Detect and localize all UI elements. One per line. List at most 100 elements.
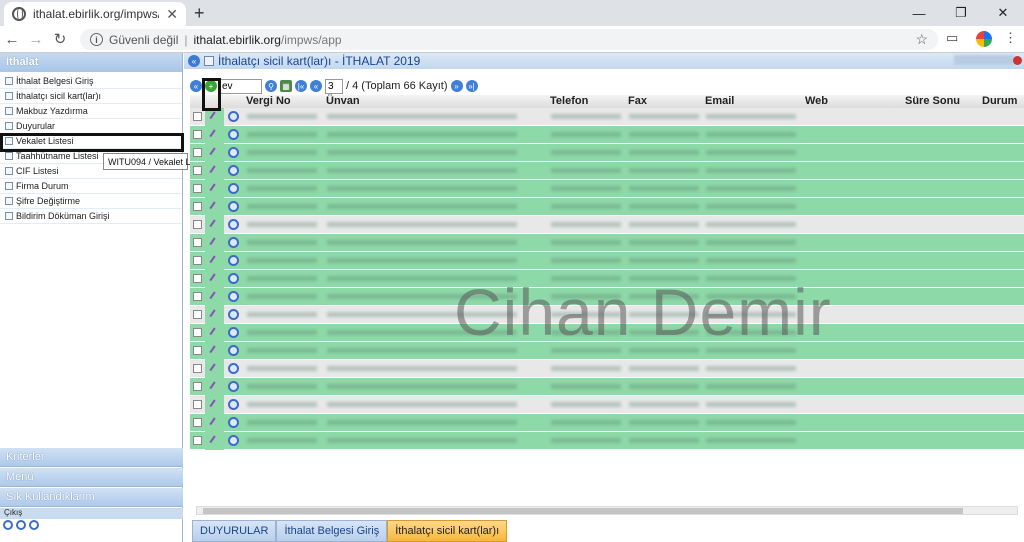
forward-icon[interactable]: → xyxy=(24,31,48,48)
view-icon[interactable] xyxy=(224,108,243,126)
table-row[interactable] xyxy=(190,161,1024,180)
view-icon[interactable] xyxy=(224,396,243,414)
edit-icon[interactable] xyxy=(205,143,224,162)
sidebar-header[interactable]: İthalat xyxy=(0,53,182,72)
edit-icon[interactable] xyxy=(205,269,224,288)
view-icon[interactable] xyxy=(224,360,243,378)
table-row[interactable] xyxy=(190,143,1024,162)
view-icon[interactable] xyxy=(224,234,243,252)
row-checkbox[interactable] xyxy=(190,256,205,265)
back-icon[interactable]: « xyxy=(190,80,202,92)
cast-icon[interactable]: ▭ xyxy=(946,30,958,46)
view-icon[interactable] xyxy=(224,288,243,306)
view-icon[interactable] xyxy=(224,432,243,450)
col-vergi-no[interactable]: Vergi No xyxy=(243,95,323,108)
close-panel-icon[interactable] xyxy=(1013,56,1022,65)
view-icon[interactable] xyxy=(224,378,243,396)
browser-tab[interactable]: ithalat.ebirlik.org/impws/app ✕ xyxy=(4,2,186,26)
edit-icon[interactable] xyxy=(205,413,224,432)
new-tab-button[interactable]: + xyxy=(194,3,205,24)
view-icon[interactable] xyxy=(224,306,243,324)
table-row[interactable] xyxy=(190,179,1024,198)
row-checkbox[interactable] xyxy=(190,130,205,139)
table-row[interactable] xyxy=(190,215,1024,234)
view-icon[interactable] xyxy=(224,216,243,234)
sidebar-item-vekalet[interactable]: Vekalet Listesi xyxy=(0,134,182,149)
row-checkbox[interactable] xyxy=(190,184,205,193)
col-durum[interactable]: Durum xyxy=(979,95,1024,108)
edit-icon[interactable] xyxy=(205,107,224,126)
table-row[interactable] xyxy=(190,251,1024,270)
back-icon[interactable]: ← xyxy=(0,31,24,48)
edit-icon[interactable] xyxy=(205,359,224,378)
row-checkbox[interactable] xyxy=(190,148,205,157)
scroll-thumb[interactable] xyxy=(203,508,963,514)
table-row[interactable] xyxy=(190,323,1024,342)
table-row[interactable] xyxy=(190,197,1024,216)
search-input[interactable] xyxy=(218,78,262,94)
row-checkbox[interactable] xyxy=(190,346,205,355)
minimize-icon[interactable]: — xyxy=(898,0,940,26)
row-checkbox[interactable] xyxy=(190,382,205,391)
profile-avatar-icon[interactable] xyxy=(976,31,992,47)
view-icon[interactable] xyxy=(224,162,243,180)
edit-icon[interactable] xyxy=(205,215,224,234)
row-checkbox[interactable] xyxy=(190,400,205,409)
horizontal-scrollbar[interactable] xyxy=(196,506,1018,515)
edit-icon[interactable] xyxy=(205,179,224,198)
view-icon[interactable] xyxy=(224,144,243,162)
prev-page-icon[interactable]: « xyxy=(310,80,322,92)
sidebar-item-firma-durum[interactable]: Firma Durum xyxy=(0,179,182,194)
table-row[interactable] xyxy=(190,125,1024,144)
view-icon[interactable] xyxy=(224,180,243,198)
edit-icon[interactable] xyxy=(205,377,224,396)
table-row[interactable] xyxy=(190,377,1024,396)
sidebar-item-sicil-kart[interactable]: İthalatçı sicil kart(lar)ı xyxy=(0,89,182,104)
section-menu[interactable]: Menü xyxy=(0,468,183,487)
edit-icon[interactable] xyxy=(205,125,224,144)
col-email[interactable]: Email xyxy=(702,95,802,108)
info-icon[interactable]: i xyxy=(90,33,103,46)
table-row[interactable] xyxy=(190,431,1024,450)
sidebar-item-bildirim[interactable]: Bildirim Döküman Girişi xyxy=(0,209,182,224)
row-checkbox[interactable] xyxy=(190,436,205,445)
bookmark-star-icon[interactable]: ☆ xyxy=(915,31,928,48)
table-row[interactable] xyxy=(190,269,1024,288)
table-row[interactable] xyxy=(190,107,1024,126)
view-icon[interactable] xyxy=(224,324,243,342)
tab-sicil-kart[interactable]: İthalatçı sicil kart(lar)ı xyxy=(387,520,508,542)
table-row[interactable] xyxy=(190,287,1024,306)
table-row[interactable] xyxy=(190,341,1024,360)
next-page-icon[interactable]: » xyxy=(450,80,463,92)
table-row[interactable] xyxy=(190,413,1024,432)
edit-icon[interactable] xyxy=(205,287,224,306)
col-sure-sonu[interactable]: Süre Sonu xyxy=(902,95,979,108)
row-checkbox[interactable] xyxy=(190,364,205,373)
row-checkbox[interactable] xyxy=(190,112,205,121)
table-row[interactable] xyxy=(190,305,1024,324)
export-excel-icon[interactable]: ▦ xyxy=(280,80,292,92)
menu-dots-icon[interactable]: ⋮ xyxy=(1004,30,1017,46)
refresh-icon[interactable] xyxy=(3,520,13,530)
col-unvan[interactable]: Ünvan xyxy=(323,95,547,108)
sidebar-item-makbuz[interactable]: Makbuz Yazdırma xyxy=(0,104,182,119)
edit-icon[interactable] xyxy=(205,251,224,270)
tab-ithalat-belgesi[interactable]: İthalat Belgesi Giriş xyxy=(276,520,388,542)
tools-icon[interactable] xyxy=(16,520,26,530)
page-number-input[interactable] xyxy=(325,78,343,94)
add-record-icon[interactable]: + xyxy=(205,80,217,92)
sidebar-item-duyurular[interactable]: Duyurular xyxy=(0,119,182,134)
col-web[interactable]: Web xyxy=(802,95,902,108)
row-checkbox[interactable] xyxy=(190,328,205,337)
search-icon[interactable]: ⚲ xyxy=(265,80,277,92)
last-page-icon[interactable]: »| xyxy=(465,80,478,92)
col-telefon[interactable]: Telefon xyxy=(547,95,625,108)
close-tab-icon[interactable]: ✕ xyxy=(166,6,178,23)
globe-icon[interactable] xyxy=(29,520,39,530)
maximize-icon[interactable]: ❐ xyxy=(940,0,982,26)
table-row[interactable] xyxy=(190,359,1024,378)
view-icon[interactable] xyxy=(224,342,243,360)
col-fax[interactable]: Fax xyxy=(625,95,702,108)
edit-icon[interactable] xyxy=(205,431,224,450)
table-row[interactable] xyxy=(190,233,1024,252)
